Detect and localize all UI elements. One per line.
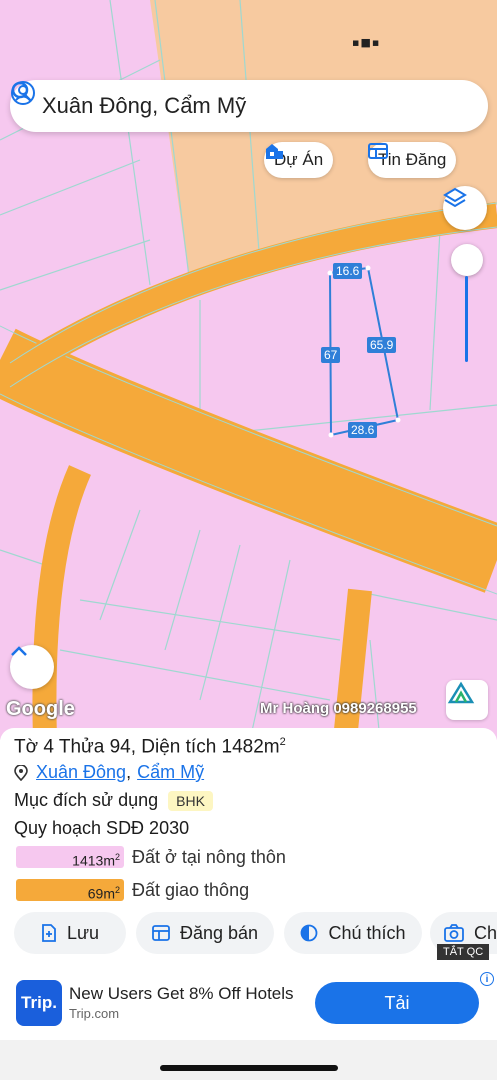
search-query[interactable]: Xuân Đông, Cẩm Mỹ xyxy=(42,93,474,119)
camera-icon xyxy=(444,924,464,942)
dimension-top: 16.6 xyxy=(333,263,363,279)
legend-residential-label: Đất ở tại nông thôn xyxy=(132,846,286,867)
legend-residential: 1413m2 Đất ở tại nông thôn xyxy=(16,846,286,869)
save-button[interactable]: Lưu xyxy=(14,912,126,954)
listings-label: Tin Đăng xyxy=(378,150,447,169)
brand-logo-icon xyxy=(447,681,475,704)
parcel-info-sheet: Tờ 4 Thửa 94, Diện tích 1482m2 Xuân Đông… xyxy=(0,728,497,1080)
chevron-up-icon xyxy=(11,646,27,656)
parcel-title: Tờ 4 Thửa 94, Diện tích 1482m2 xyxy=(14,736,286,758)
ad-info-icon[interactable]: i xyxy=(480,972,494,986)
legend-button[interactable]: Chú thích xyxy=(284,912,422,954)
ad-download-button[interactable]: Tải xyxy=(315,982,479,1024)
listing-icon xyxy=(368,143,388,159)
post-listing-button[interactable]: Đăng bán xyxy=(136,912,274,954)
purpose-badge: BHK xyxy=(168,790,213,811)
legend-traffic: 69m2 Đất giao thông xyxy=(16,879,250,902)
home-indicator[interactable] xyxy=(160,1065,338,1071)
legend-traffic-bar: 69m2 xyxy=(16,879,124,902)
projects-chip[interactable]: Dự Án xyxy=(264,142,334,178)
post-label: Đăng bán xyxy=(179,922,259,943)
roads xyxy=(0,202,497,740)
dimension-left: 67 xyxy=(321,347,341,363)
right-road xyxy=(333,588,372,740)
commune-link[interactable]: Xuân Đông xyxy=(36,762,126,783)
search-icon[interactable] xyxy=(10,80,34,104)
opacity-slider-knob[interactable] xyxy=(451,244,483,276)
add-file-icon xyxy=(42,924,56,942)
parcel-location: Xuân Đông, Cẩm Mỹ xyxy=(14,762,204,783)
ad-banner[interactable]: Trip. New Users Get 8% Off Hotels Trip.c… xyxy=(0,968,497,1040)
location-pin-icon xyxy=(14,764,28,781)
ad-logo: Trip. xyxy=(16,980,62,1026)
ad-close-button[interactable]: TẮT QC xyxy=(437,944,490,960)
building-icon xyxy=(266,144,283,159)
legend-residential-bar: 1413m2 xyxy=(16,846,124,869)
layers-button[interactable] xyxy=(443,186,487,230)
listing-icon xyxy=(152,925,170,941)
status-indicator: ▪■▪ xyxy=(352,36,381,49)
district-link[interactable]: Cẩm Mỹ xyxy=(137,762,204,783)
google-logo: Google xyxy=(6,698,75,720)
legend-traffic-label: Đất giao thông xyxy=(132,879,250,900)
plan-heading: Quy hoạch SDĐ 2030 xyxy=(14,818,190,838)
dimension-bottom: 28.6 xyxy=(348,422,378,438)
map-view[interactable]: ▪■▪ Xuân Đông, Cẩm Mỹ Dự Án Tin Đăng 16.… xyxy=(0,0,497,740)
main-road xyxy=(0,328,497,593)
ad-subtitle: Trip.com xyxy=(69,1006,120,1021)
contrast-icon xyxy=(301,924,318,942)
search-bar[interactable]: Xuân Đông, Cẩm Mỹ xyxy=(10,80,488,132)
dimension-right: 65.9 xyxy=(367,337,397,353)
purpose-label: Mục đích sử dụng xyxy=(14,790,159,810)
land-use-purpose: Mục đích sử dụng BHK xyxy=(14,790,213,811)
legend-label: Chú thích xyxy=(328,922,406,943)
opacity-slider-track[interactable] xyxy=(465,276,468,362)
home-area xyxy=(0,1040,497,1080)
capture-label: Ch xyxy=(473,922,497,943)
layers-icon xyxy=(443,187,467,208)
watermark: Mr Hoàng 0989268955 xyxy=(260,700,417,717)
ad-title: New Users Get 8% Off Hotels xyxy=(69,984,294,1003)
listings-chip[interactable]: Tin Đăng xyxy=(368,142,457,178)
brand-logo xyxy=(446,680,488,720)
expand-button[interactable] xyxy=(10,645,54,689)
save-label: Lưu xyxy=(66,922,100,943)
